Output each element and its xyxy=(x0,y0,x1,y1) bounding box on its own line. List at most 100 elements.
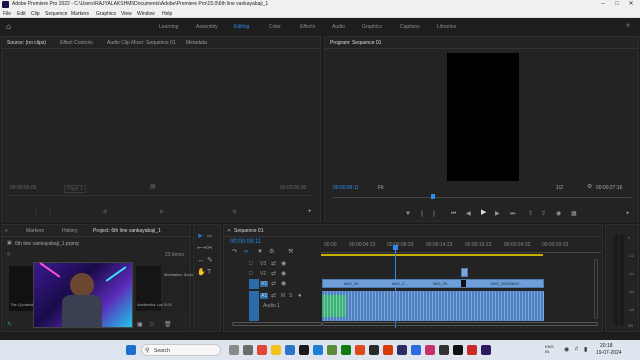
playhead-handle[interactable] xyxy=(393,245,398,250)
adobe-icon[interactable] xyxy=(397,345,407,355)
export-frame-icon[interactable]: ◉ xyxy=(232,209,237,215)
clear-icon[interactable]: 🗑 xyxy=(164,322,172,328)
app-icon[interactable] xyxy=(425,345,435,355)
track-select-tool-icon[interactable]: ⇨ xyxy=(207,234,212,240)
mark-out-icon[interactable]: } xyxy=(49,209,51,215)
menu-file[interactable]: File xyxy=(3,11,11,17)
step-back-icon[interactable]: ◀ xyxy=(466,211,471,217)
app-icon[interactable] xyxy=(355,345,365,355)
taskbar-search[interactable]: ⚲ Search xyxy=(141,344,221,356)
step-back-icon[interactable]: ◀ xyxy=(102,209,107,215)
workspace-captions[interactable]: Captions xyxy=(400,24,420,30)
time-ruler[interactable]: 00:00 00:00:04:23 00:00:09:23 00:00:14:2… xyxy=(321,239,601,253)
camera-app-icon[interactable] xyxy=(299,345,309,355)
new-bin-icon[interactable]: ▣ xyxy=(137,322,143,328)
go-to-in-icon[interactable]: ⏮ xyxy=(451,211,456,217)
workspace-audio[interactable]: Audio xyxy=(332,24,345,30)
sync-lock-icon[interactable]: ⇄ xyxy=(271,271,276,277)
more-icon[interactable]: » xyxy=(626,22,630,29)
lock-icon[interactable]: □ xyxy=(249,271,253,277)
chrome-icon[interactable] xyxy=(257,345,267,355)
clock-time[interactable]: 20:18 xyxy=(600,343,613,349)
app-icon[interactable] xyxy=(327,345,337,355)
new-item-icon[interactable]: □ xyxy=(150,322,154,328)
video-clip[interactable]: IMG_2... xyxy=(372,280,414,287)
mark-out-icon[interactable]: } xyxy=(433,211,435,217)
eye-icon[interactable]: ◉ xyxy=(281,281,286,287)
source-patch-a1[interactable] xyxy=(249,291,259,321)
audio-clip-selected[interactable] xyxy=(322,295,346,317)
track-scrollbar[interactable] xyxy=(232,322,322,326)
xbox-icon[interactable] xyxy=(341,345,351,355)
workspace-libraries[interactable]: Libraries xyxy=(437,24,456,30)
close-tab-icon[interactable]: ✕ xyxy=(227,228,231,234)
vertical-scrollbar[interactable] xyxy=(594,259,598,319)
camera-icon[interactable]: ◉ xyxy=(556,211,561,217)
go-to-out-icon[interactable]: ⏭ xyxy=(510,211,515,217)
add-button-icon[interactable]: + xyxy=(308,209,312,215)
menu-edit[interactable]: Edit xyxy=(17,11,26,17)
microphone-icon[interactable]: ● xyxy=(298,293,302,299)
add-marker-icon[interactable]: ▼ xyxy=(257,249,263,255)
slip-tool-icon[interactable]: ↔ xyxy=(197,257,204,264)
menu-help[interactable]: Help xyxy=(162,11,172,17)
add-marker-icon[interactable]: ▼ xyxy=(405,211,411,217)
sync-lock-icon[interactable]: ⇄ xyxy=(271,261,276,267)
ripple-edit-tool-icon[interactable]: ⟷ xyxy=(197,245,207,252)
linked-selection-icon[interactable]: ∞ xyxy=(244,249,248,255)
video-clip-v2[interactable] xyxy=(461,268,468,277)
app-icon[interactable] xyxy=(453,345,463,355)
lock-icon[interactable]: □ xyxy=(249,261,253,267)
volume-icon[interactable]: ♬ xyxy=(574,346,580,352)
video-clip[interactable]: IMG_20... xyxy=(323,280,371,287)
program-timecode-current[interactable]: 00:00:09:11 xyxy=(333,185,359,191)
tab-markers[interactable]: Markers xyxy=(26,228,44,234)
menu-view[interactable]: View xyxy=(121,11,132,17)
settings-icon[interactable]: ⚙ xyxy=(269,249,274,255)
tab-audio-clip-mixer[interactable]: Audio Clip Mixer: Sequence 01 xyxy=(107,40,176,46)
source-patch-v1[interactable] xyxy=(249,279,259,289)
hand-tool-icon[interactable]: ✋ xyxy=(197,269,206,276)
mark-in-icon[interactable]: { xyxy=(421,211,423,217)
menu-clip[interactable]: Clip xyxy=(31,11,40,17)
play-icon[interactable]: ▶ xyxy=(481,209,486,216)
task-view-icon[interactable] xyxy=(229,345,239,355)
extract-icon[interactable]: ⇪ xyxy=(541,211,546,217)
premiere-taskbar-icon[interactable] xyxy=(481,345,491,355)
play-icon[interactable]: ▶ xyxy=(160,209,165,215)
app-icon[interactable] xyxy=(369,345,379,355)
resolution-select[interactable]: 1/2 xyxy=(556,185,563,191)
tab-source[interactable]: Source: (no clips) xyxy=(7,40,46,46)
step-forward-icon[interactable]: ▶ xyxy=(495,211,500,217)
tab-history[interactable]: History xyxy=(62,228,78,234)
media-thumbnail[interactable]: Meditation Sounds 5:00 xyxy=(163,266,197,311)
widgets-icon[interactable] xyxy=(243,345,253,355)
workspace-assembly[interactable]: Assembly xyxy=(196,24,218,30)
sync-lock-icon[interactable]: ⇄ xyxy=(271,281,276,287)
timeline-timecode[interactable]: 00:00:09:11 xyxy=(230,239,261,245)
source-page-select[interactable]: Page 1 xyxy=(64,185,86,193)
office-icon[interactable] xyxy=(383,345,393,355)
media-thumbnail[interactable]: Aesthetics Lock... xyxy=(136,266,168,311)
video-clip[interactable]: IMG_20... xyxy=(415,280,460,287)
video-clip[interactable]: IMG_20220829... xyxy=(467,280,543,287)
mute-button[interactable]: M xyxy=(281,293,285,299)
app-icon[interactable] xyxy=(411,345,421,355)
workspace-graphics[interactable]: Graphics xyxy=(362,24,382,30)
eye-icon[interactable]: ◉ xyxy=(281,271,286,277)
battery-icon[interactable]: ▮ xyxy=(584,346,587,353)
source-timecode-left[interactable]: 00:00:00:00 xyxy=(10,185,36,191)
video-gap[interactable] xyxy=(461,280,466,287)
sync-lock-icon[interactable]: ⇄ xyxy=(271,293,276,299)
language-indicator[interactable]: ENG IN xyxy=(545,344,554,354)
solo-button[interactable]: S xyxy=(289,293,292,299)
menu-window[interactable]: Window xyxy=(137,11,155,17)
menu-graphics[interactable]: Graphics xyxy=(96,11,116,17)
clock-date[interactable]: 19-07-2024 xyxy=(596,350,622,356)
audio-clip-a1[interactable] xyxy=(322,291,544,321)
tab-sequence[interactable]: Sequence 01 xyxy=(234,228,263,234)
wrench-icon[interactable]: ⚒ xyxy=(288,249,293,255)
program-playhead[interactable] xyxy=(431,194,435,199)
search-icon[interactable]: ⚲ xyxy=(7,252,11,258)
workspace-effects[interactable]: Effects xyxy=(300,24,315,30)
